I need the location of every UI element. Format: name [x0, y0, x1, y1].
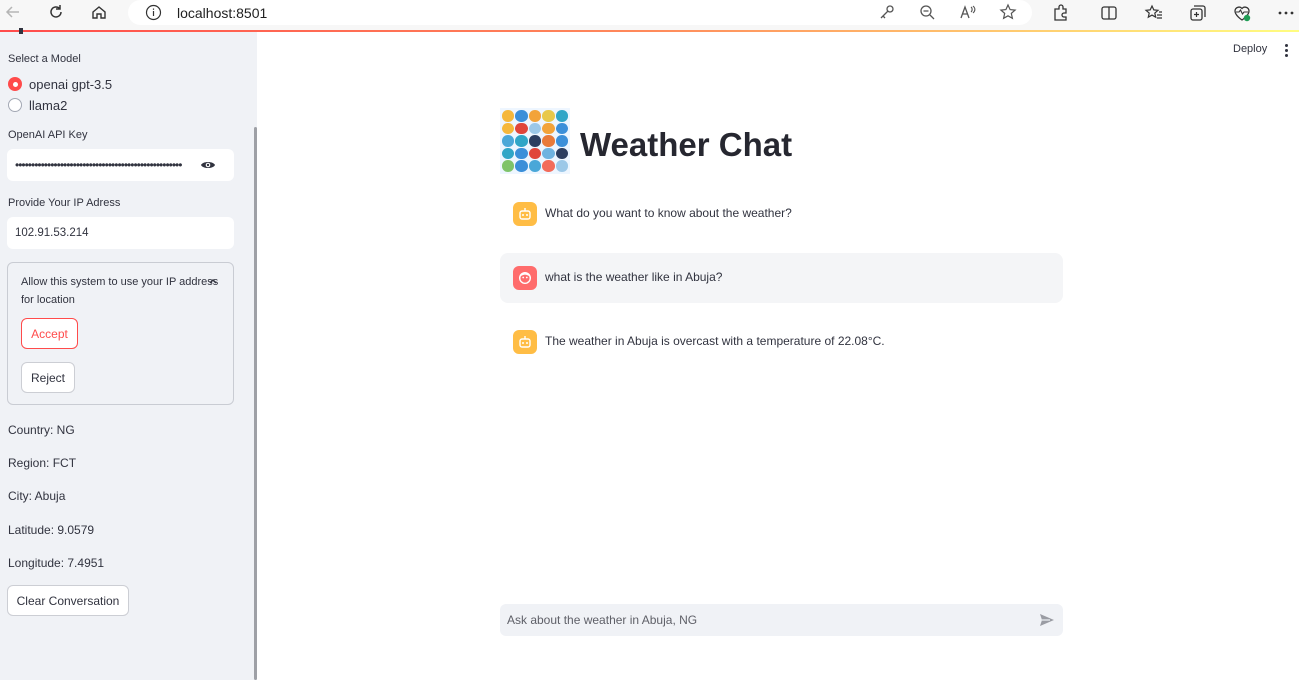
chat-input-container — [500, 604, 1063, 636]
permission-text[interactable]: Allow this system to use your IP address… — [21, 273, 221, 309]
browser-toolbar: localhost:8501 — [0, 0, 1299, 31]
main-menu-icon[interactable] — [1285, 44, 1289, 59]
location-permission-expander: Allow this system to use your IP address… — [7, 262, 234, 405]
refresh-icon[interactable] — [45, 1, 67, 23]
sidebar-heading-fragment — [19, 28, 23, 34]
home-icon[interactable] — [88, 1, 110, 23]
bot-avatar-icon — [513, 202, 537, 226]
browser-essentials-icon[interactable] — [1232, 3, 1252, 23]
page-title: Weather Chat — [580, 126, 793, 163]
api-key-label: OpenAI API Key — [8, 129, 88, 141]
favorites-icon[interactable] — [1144, 3, 1164, 23]
clear-conversation-button[interactable]: Clear Conversation — [7, 585, 129, 616]
reject-button[interactable]: Reject — [21, 362, 75, 393]
city-text: City: Abuja — [8, 489, 66, 503]
sidebar: Select a Model openai gpt-3.5 llama2 Ope… — [0, 28, 257, 680]
api-key-field[interactable]: ••••••••••••••••••••••••••••••••••••••••… — [7, 149, 234, 181]
chat-message-assistant: What do you want to know about the weath… — [500, 189, 1063, 239]
chat-message-user: what is the weather like in Abuja? — [500, 253, 1063, 303]
api-key-masked-value: ••••••••••••••••••••••••••••••••••••••••… — [15, 158, 182, 172]
message-text: What do you want to know about the weath… — [545, 206, 792, 220]
ip-label: Provide Your IP Adress — [8, 197, 121, 209]
bot-avatar-icon — [513, 330, 537, 354]
chat-message-assistant: The weather in Abuja is overcast with a … — [500, 317, 1063, 367]
extensions-icon[interactable] — [1051, 3, 1071, 23]
key-icon[interactable] — [878, 3, 896, 21]
address-bar[interactable]: localhost:8501 — [128, 0, 1032, 25]
more-options-icon[interactable] — [1276, 3, 1296, 23]
radio-unselected-icon[interactable] — [8, 98, 22, 112]
accept-button[interactable]: Accept — [21, 318, 78, 349]
site-info-icon[interactable] — [145, 4, 162, 21]
user-avatar-icon — [513, 266, 537, 290]
collections-icon[interactable] — [1188, 3, 1208, 23]
country-text: Country: NG — [8, 423, 75, 437]
url-text: localhost:8501 — [177, 5, 268, 21]
model-option-openai[interactable]: openai gpt-3.5 — [8, 75, 112, 93]
zoom-out-icon[interactable] — [918, 3, 936, 21]
message-text: The weather in Abuja is overcast with a … — [545, 334, 885, 348]
model-option-label: openai gpt-3.5 — [29, 76, 113, 92]
sidebar-scrollbar[interactable] — [254, 127, 257, 680]
radio-selected-icon[interactable] — [8, 77, 22, 91]
model-option-label: llama2 — [29, 97, 68, 113]
send-icon[interactable] — [1039, 612, 1055, 628]
split-screen-icon[interactable] — [1099, 3, 1119, 23]
ip-address-field[interactable]: 102.91.53.214 — [7, 217, 234, 249]
show-password-icon[interactable] — [200, 158, 216, 172]
region-text: Region: FCT — [8, 456, 77, 470]
longitude-text: Longitude: 7.4951 — [8, 556, 105, 570]
weather-icons-logo — [500, 108, 570, 174]
read-aloud-icon[interactable] — [959, 3, 977, 21]
ip-address-value: 102.91.53.214 — [15, 227, 89, 239]
deploy-button[interactable]: Deploy — [1233, 43, 1267, 55]
chat-input[interactable] — [500, 604, 1020, 636]
back-icon[interactable] — [2, 1, 24, 23]
model-select-label: Select a Model — [8, 53, 81, 65]
model-option-llama2[interactable]: llama2 — [8, 96, 67, 114]
latitude-text: Latitude: 9.0579 — [8, 523, 95, 537]
message-text: what is the weather like in Abuja? — [545, 270, 723, 284]
chevron-up-icon[interactable] — [209, 278, 217, 284]
favorite-star-icon[interactable] — [999, 3, 1017, 21]
